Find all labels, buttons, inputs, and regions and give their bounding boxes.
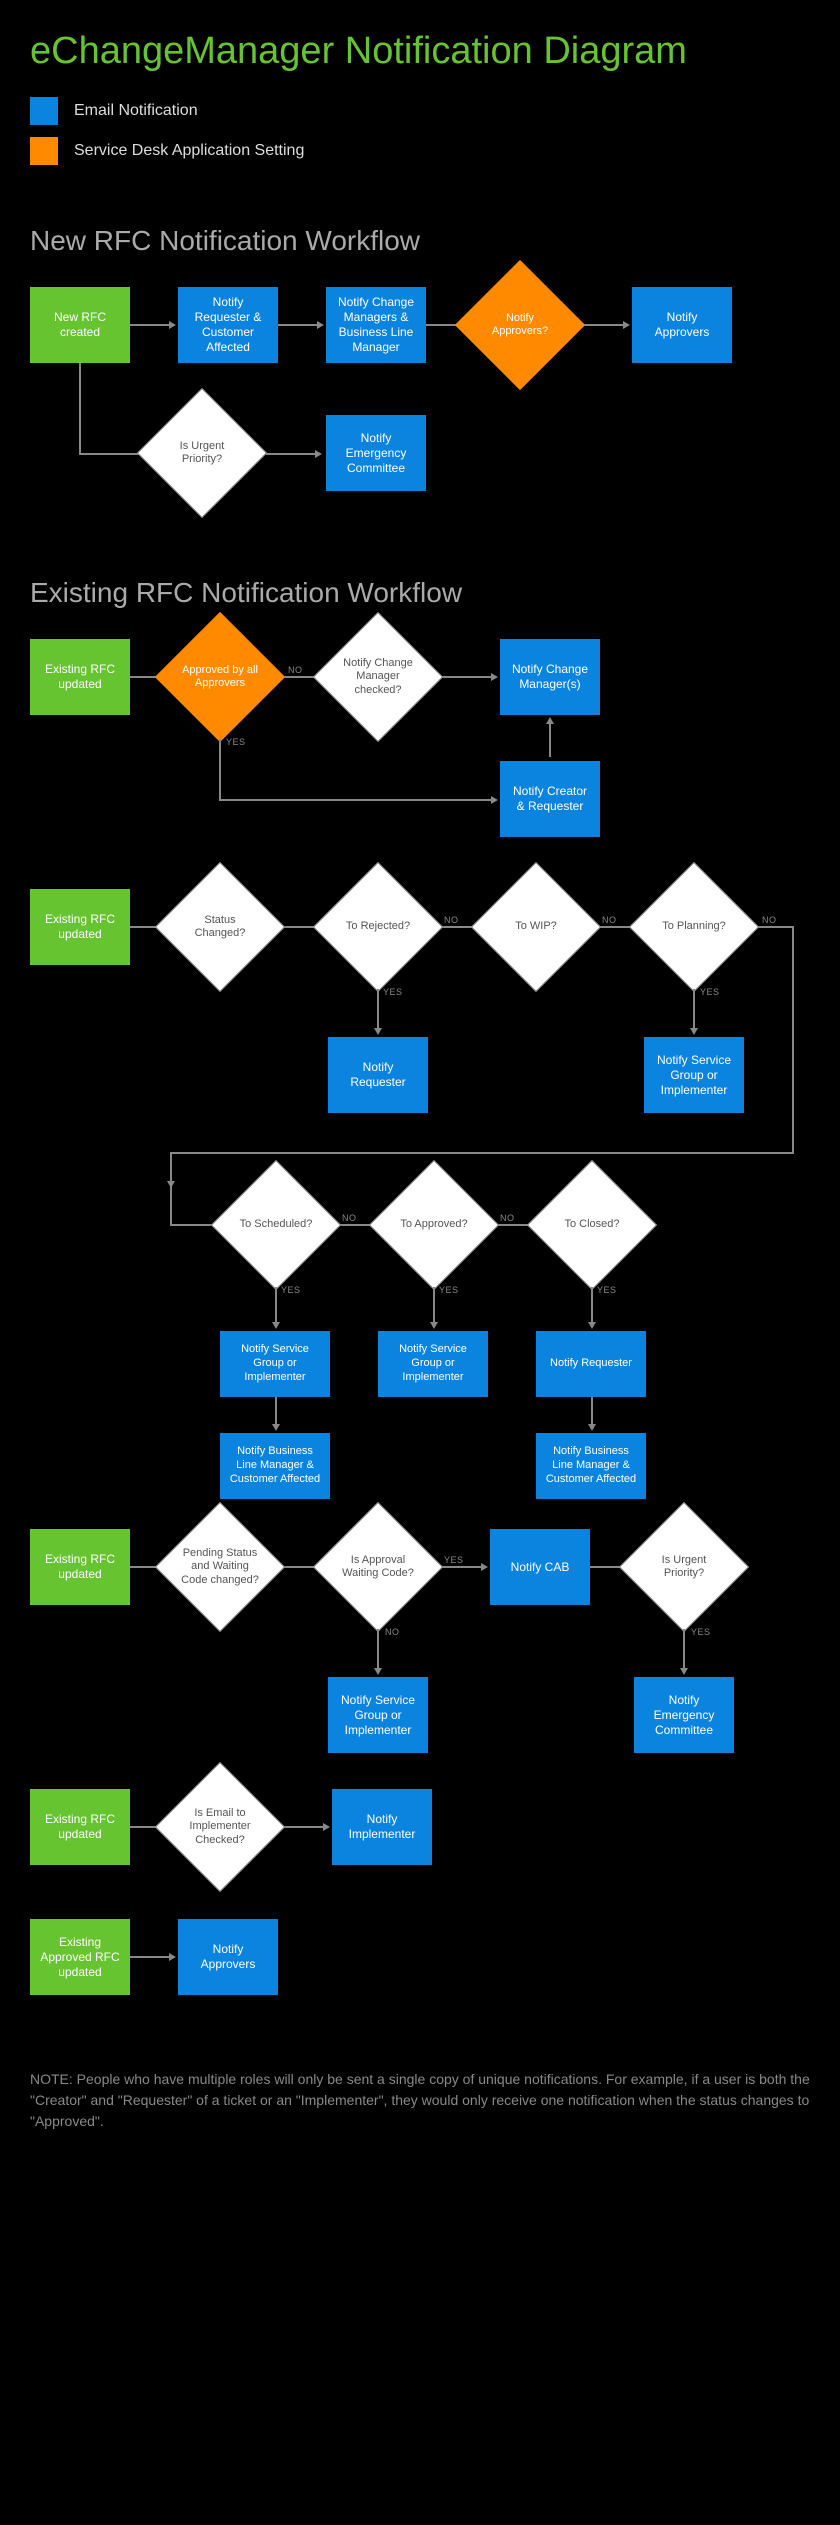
process-node: Notify Emergency Committee — [326, 415, 426, 491]
process-node: Notify Requester & Customer Affected — [178, 287, 278, 363]
edge-label: NO — [342, 1213, 357, 1223]
process-node: Notify Creator & Requester — [500, 761, 600, 837]
arrow-icon — [284, 1826, 324, 1828]
edge-label: NO — [385, 1627, 400, 1637]
decision-node: Is Urgent Priority? — [156, 407, 248, 499]
start-node: Existing RFC updated — [30, 639, 130, 715]
edge-label: YES — [444, 1555, 464, 1565]
connector — [758, 926, 792, 928]
arrow-icon — [442, 1566, 482, 1568]
arrow-icon — [219, 799, 492, 801]
workflow-approved-update: Existing Approved RFC updated Notify App… — [30, 1909, 810, 2029]
start-node: Existing RFC updated — [30, 1789, 130, 1865]
arrow-icon — [377, 989, 379, 1029]
section-existing-rfc: Existing RFC Notification Workflow — [30, 577, 810, 609]
arrow-icon — [549, 723, 551, 757]
process-node: Notify Change Manager(s) — [500, 639, 600, 715]
section-new-rfc: New RFC Notification Workflow — [30, 225, 810, 257]
edge-label: YES — [691, 1627, 711, 1637]
edge-label: YES — [700, 987, 720, 997]
legend-setting-label: Service Desk Application Setting — [74, 142, 304, 160]
arrow-icon — [130, 324, 170, 326]
decision-node: To Scheduled? — [230, 1179, 322, 1271]
edge-label: NO — [288, 665, 303, 675]
decision-node: Is Approval Waiting Code? — [332, 1521, 424, 1613]
arrow-icon — [693, 989, 695, 1029]
decision-node: Pending Status and Waiting Code changed? — [174, 1521, 266, 1613]
decision-node: Notify Approvers? — [474, 279, 566, 371]
connector — [170, 1152, 794, 1154]
decision-node: To Closed? — [546, 1179, 638, 1271]
arrow-icon — [275, 1397, 277, 1425]
arrow-icon — [442, 676, 492, 678]
edge-label: YES — [226, 737, 246, 747]
edge-label: NO — [602, 915, 617, 925]
workflow-status: Existing RFC updated Status Changed? To … — [30, 879, 810, 1519]
process-node: Notify Change Managers & Business Line M… — [326, 287, 426, 363]
decision-node: To Rejected? — [332, 881, 424, 973]
arrow-icon — [275, 1287, 277, 1323]
process-node: Notify CAB — [490, 1529, 590, 1605]
arrow-icon — [377, 1629, 379, 1669]
decision-node: Approved by all Approvers — [174, 631, 266, 723]
decision-node: To Approved? — [388, 1179, 480, 1271]
edge-label: NO — [500, 1213, 515, 1223]
connector — [170, 1182, 172, 1224]
start-node: Existing RFC updated — [30, 1529, 130, 1605]
process-node: Notify Requester — [536, 1331, 646, 1397]
edge-label: NO — [762, 915, 777, 925]
arrow-icon — [591, 1287, 593, 1323]
page-title: eChangeManager Notification Diagram — [30, 30, 810, 73]
edge-label: YES — [439, 1285, 459, 1295]
process-node: Notify Business Line Manager & Customer … — [536, 1433, 646, 1499]
arrow-icon — [433, 1287, 435, 1323]
arrow-icon — [130, 1956, 170, 1958]
arrow-icon — [584, 324, 624, 326]
process-node: Notify Service Group or Implementer — [220, 1331, 330, 1397]
square-icon — [30, 97, 58, 125]
process-node: Notify Service Group or Implementer — [644, 1037, 744, 1113]
start-node: Existing RFC updated — [30, 889, 130, 965]
edge-label: YES — [597, 1285, 617, 1295]
decision-node: To Planning? — [648, 881, 740, 973]
process-node: Notify Emergency Committee — [634, 1677, 734, 1753]
arrow-icon — [170, 1152, 172, 1182]
workflow-approval: Existing RFC updated Approved by all App… — [30, 629, 810, 879]
connector — [79, 363, 81, 453]
arrow-icon — [591, 1397, 593, 1425]
edge-label: YES — [383, 987, 403, 997]
legend-email-label: Email Notification — [74, 102, 198, 120]
decision-node: Status Changed? — [174, 881, 266, 973]
decision-node: Is Urgent Priority? — [638, 1521, 730, 1613]
process-node: Notify Business Line Manager & Customer … — [220, 1433, 330, 1499]
square-icon — [30, 137, 58, 165]
process-node: Notify Approvers — [632, 287, 732, 363]
legend-email: Email Notification — [30, 97, 810, 125]
legend-setting: Service Desk Application Setting — [30, 137, 810, 165]
connector — [170, 1224, 212, 1226]
connector — [792, 926, 794, 1152]
decision-node: Is Email to Implementer Checked? — [174, 1781, 266, 1873]
process-node: Notify Requester — [328, 1037, 428, 1113]
workflow-new-rfc: New RFC created Notify Requester & Custo… — [30, 277, 810, 537]
workflow-email-implementer: Existing RFC updated Is Email to Impleme… — [30, 1779, 810, 1909]
connector — [219, 739, 221, 799]
decision-node: Notify Change Manager checked? — [332, 631, 424, 723]
process-node: Notify Service Group or Implementer — [328, 1677, 428, 1753]
decision-node: To WIP? — [490, 881, 582, 973]
workflow-pending: Existing RFC updated Pending Status and … — [30, 1519, 810, 1779]
start-node: New RFC created — [30, 287, 130, 363]
edge-label: NO — [444, 915, 459, 925]
start-node: Existing Approved RFC updated — [30, 1919, 130, 1995]
process-node: Notify Approvers — [178, 1919, 278, 1995]
footnote: NOTE: People who have multiple roles wil… — [30, 2069, 810, 2132]
legend: Email Notification Service Desk Applicat… — [30, 97, 810, 165]
arrow-icon — [278, 324, 318, 326]
process-node: Notify Service Group or Implementer — [378, 1331, 488, 1397]
arrow-icon — [266, 453, 316, 455]
edge-label: YES — [281, 1285, 301, 1295]
arrow-icon — [683, 1629, 685, 1669]
process-node: Notify Implementer — [332, 1789, 432, 1865]
